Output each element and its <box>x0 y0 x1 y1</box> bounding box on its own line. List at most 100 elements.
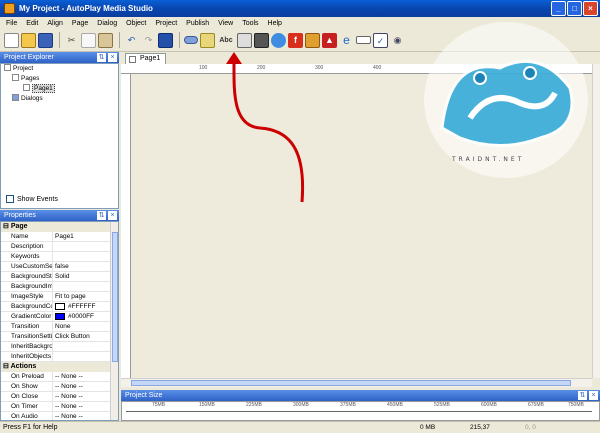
properties-scrollbar[interactable] <box>110 222 118 420</box>
button-object-icon[interactable] <box>184 36 198 44</box>
input-object-icon[interactable] <box>356 36 371 44</box>
tree-item-project[interactable]: Project <box>1 64 118 74</box>
status-position: 215,37 <box>470 424 490 431</box>
window-title: My Project - AutoPlay Media Studio <box>19 4 153 13</box>
size-tick: 750MB <box>568 402 584 408</box>
tab-page1[interactable]: Page1 <box>125 53 167 64</box>
browser-object-icon[interactable]: e <box>339 33 354 48</box>
image-object-icon[interactable] <box>237 32 252 48</box>
minimize-button[interactable]: _ <box>551 1 566 16</box>
category-actions[interactable]: ⊟ Actions <box>1 362 118 372</box>
menu-project[interactable]: Project <box>155 20 177 27</box>
color-swatch <box>55 313 65 320</box>
size-tick: 675MB <box>528 402 544 408</box>
property-row[interactable]: BackgroundImage <box>1 282 118 292</box>
cut-icon[interactable]: ✂ <box>64 33 79 48</box>
scroll-thumb[interactable] <box>131 380 571 386</box>
size-tick: 150MB <box>199 402 215 408</box>
action-row[interactable]: On Audio -- None -- <box>1 412 118 420</box>
action-row[interactable]: On Timer -- None -- <box>1 402 118 412</box>
property-row[interactable]: Transition None <box>1 322 118 332</box>
vertical-scrollbar[interactable] <box>592 64 600 378</box>
category-page[interactable]: ⊟ Page <box>1 222 118 232</box>
show-events-label: Show Events <box>17 195 58 203</box>
preview-icon[interactable] <box>158 32 173 48</box>
video-object-icon[interactable] <box>254 32 269 48</box>
action-row[interactable]: On Preload -- None -- <box>1 372 118 382</box>
save-icon[interactable] <box>38 32 53 48</box>
toolbar-separator <box>179 32 180 48</box>
open-icon[interactable] <box>21 32 36 48</box>
status-bar: Press F1 for Help 0 MB 215,37 0, 0 <box>0 421 600 433</box>
copy-icon[interactable] <box>81 32 96 48</box>
paragraph-object-icon[interactable]: Abc <box>217 33 235 48</box>
property-row[interactable]: InheritObjects <box>1 352 118 362</box>
close-button[interactable]: × <box>583 1 598 16</box>
project-tree: Project Pages Page1 Dialogs <box>1 64 118 104</box>
property-row[interactable]: BackgroundStyleSolid <box>1 272 118 282</box>
size-tick: 525MB <box>434 402 450 408</box>
scroll-thumb[interactable] <box>112 232 118 362</box>
menu-file[interactable]: File <box>6 20 17 27</box>
checkbox-object-icon[interactable]: ✓ <box>373 32 388 48</box>
property-row[interactable]: TransitionSettingClick Button <box>1 332 118 342</box>
close-icon[interactable]: × <box>108 211 117 220</box>
maximize-button[interactable]: □ <box>567 1 582 16</box>
property-row[interactable]: Description <box>1 242 118 252</box>
properties-header: Properties ⇅ × <box>0 210 119 221</box>
project-explorer-panel: Project Pages Page1 Dialogs <box>0 63 119 209</box>
pin-icon[interactable]: ⇅ <box>578 391 587 400</box>
menu-page[interactable]: Page <box>72 20 88 27</box>
menu-dialog[interactable]: Dialog <box>97 20 117 27</box>
tree-item-dialogs[interactable]: Dialogs <box>1 94 118 104</box>
paste-icon[interactable] <box>98 32 113 48</box>
annotation-arrow <box>226 52 305 203</box>
watermark-url: TRAIDNT.NET <box>452 156 525 163</box>
toolbar-separator <box>59 32 60 48</box>
property-row[interactable]: ImageStyle Fit to page <box>1 292 118 302</box>
pdf-object-icon[interactable]: ▲ <box>322 32 337 48</box>
tree-item-pages[interactable]: Pages <box>1 74 118 84</box>
menu-edit[interactable]: Edit <box>26 20 38 27</box>
undo-icon[interactable]: ↶ <box>124 33 139 48</box>
property-row[interactable]: InheritBackgroun <box>1 342 118 352</box>
action-row[interactable]: On Show -- None -- <box>1 382 118 392</box>
menu-help[interactable]: Help <box>268 20 282 27</box>
project-size-header: Project Size ⇅ × <box>121 390 600 401</box>
slideshow-object-icon[interactable] <box>305 32 320 48</box>
property-row[interactable]: Name Page1 <box>1 232 118 242</box>
pin-icon[interactable]: ⇅ <box>97 53 106 62</box>
app-icon <box>4 3 15 14</box>
properties-panel: ⊟ Page Name Page1 Description Keywords Us… <box>0 221 119 421</box>
property-row[interactable]: GradientColor #0000FF <box>1 312 118 322</box>
redo-icon[interactable]: ↷ <box>141 33 156 48</box>
horizontal-scrollbar[interactable] <box>121 378 592 387</box>
action-row[interactable]: On Close -- None -- <box>1 392 118 402</box>
properties-title: Properties <box>4 212 36 219</box>
close-icon[interactable]: × <box>589 391 598 400</box>
project-size-bar: 75MB 150MB 225MB 300MB 375MB 450MB 525MB… <box>121 401 600 421</box>
menu-publish[interactable]: Publish <box>186 20 209 27</box>
radio-object-icon[interactable]: ◉ <box>390 33 405 48</box>
dialogs-icon <box>12 94 19 101</box>
property-row[interactable]: Keywords <box>1 252 118 262</box>
menu-tools[interactable]: Tools <box>242 20 258 27</box>
show-events-checkbox[interactable] <box>6 195 14 203</box>
menu-object[interactable]: Object <box>126 20 146 27</box>
size-tick: 300MB <box>293 402 309 408</box>
show-events-toggle[interactable]: Show Events <box>6 195 58 203</box>
pin-icon[interactable]: ⇅ <box>97 211 106 220</box>
web-object-icon[interactable] <box>271 32 286 48</box>
size-tick: 75MB <box>152 402 166 408</box>
tree-item-page1[interactable]: Page1 <box>1 84 118 94</box>
project-explorer-title: Project Explorer <box>4 54 54 61</box>
window-controls: _ □ × <box>551 1 598 16</box>
property-row[interactable]: UseCustomSettinfalse <box>1 262 118 272</box>
flash-object-icon[interactable]: f <box>288 32 303 48</box>
menu-view[interactable]: View <box>218 20 233 27</box>
property-row[interactable]: BackgroundColor#FFFFFF <box>1 302 118 312</box>
new-icon[interactable] <box>4 32 19 48</box>
menu-align[interactable]: Align <box>47 20 63 27</box>
label-object-icon[interactable] <box>200 32 215 48</box>
close-icon[interactable]: × <box>108 53 117 62</box>
